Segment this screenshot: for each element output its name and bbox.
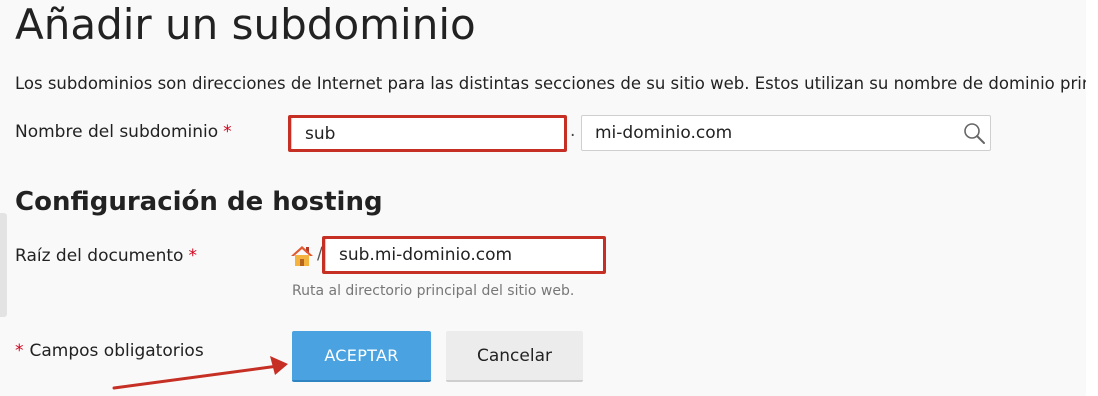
subdomain-label: Nombre del subdominio * [15, 121, 232, 143]
required-marker: * [15, 341, 24, 361]
accept-button[interactable]: Aceptar [292, 331, 431, 382]
domain-select[interactable]: mi-dominio.com [581, 115, 991, 151]
side-panel-handle[interactable] [0, 213, 7, 317]
annotation-arrow-icon [112, 356, 288, 390]
docroot-input[interactable]: sub.mi-dominio.com [325, 238, 604, 272]
path-separator: / [317, 244, 323, 264]
right-panel-edge [1086, 0, 1098, 396]
page-title: Añadir un subdominio [15, 0, 476, 49]
home-icon [291, 246, 313, 266]
intro-text: Los subdominios son direcciones de Inter… [15, 74, 1086, 93]
docroot-label: Raíz del documento * [15, 245, 197, 267]
docroot-label-text: Raíz del documento [15, 246, 184, 266]
required-marker: * [223, 122, 232, 142]
hosting-section-title: Configuración de hosting [15, 187, 383, 217]
required-marker: * [188, 246, 197, 266]
domain-separator: . [570, 121, 576, 141]
subdomain-input[interactable]: sub [291, 117, 565, 150]
search-icon[interactable] [962, 121, 986, 145]
cancel-button[interactable]: Cancelar [446, 331, 583, 382]
docroot-hint: Ruta al directorio principal del sitio w… [292, 283, 575, 299]
subdomain-label-text: Nombre del subdominio [15, 122, 219, 142]
